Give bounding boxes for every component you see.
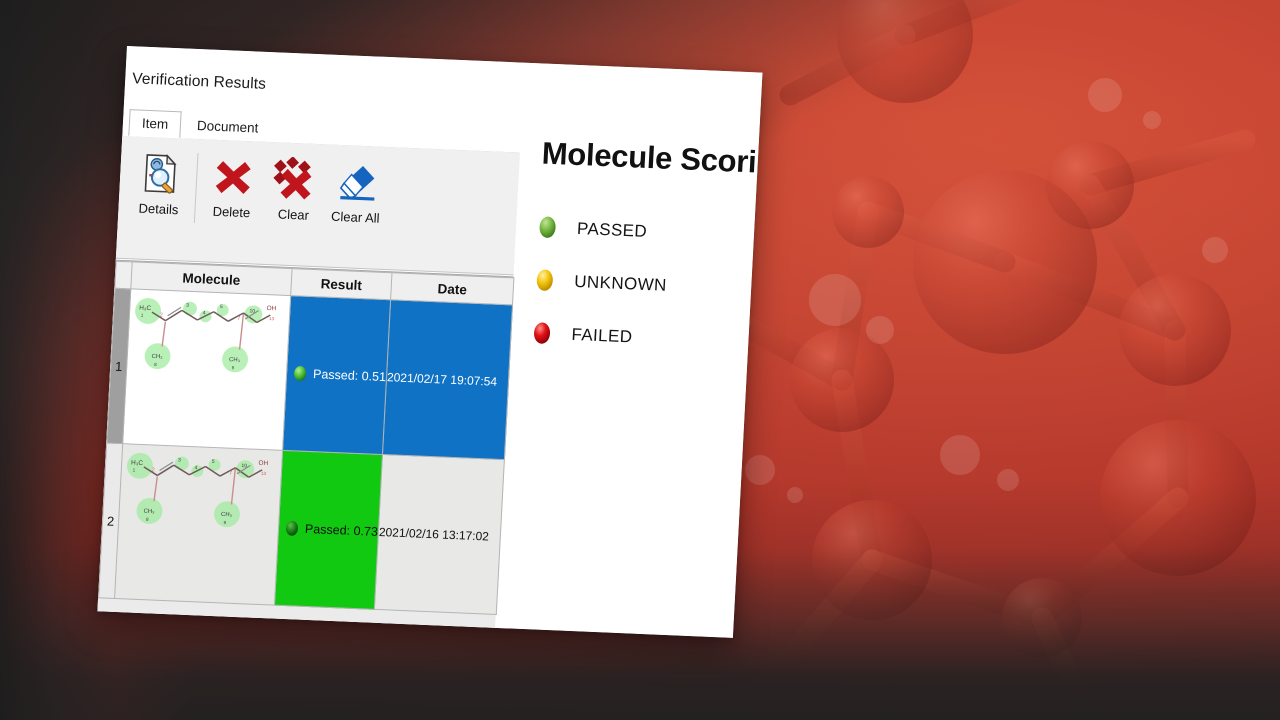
yellow-status-sphere-icon [536,269,553,291]
column-header-index[interactable] [114,261,133,289]
date-cell[interactable]: 2021/02/17 19:07:54 [382,299,513,460]
column-header-result[interactable]: Result [290,268,392,300]
legend-panel: Molecule Scoring PASSED UNKNOWN FAILED [530,135,763,382]
svg-text:H₃C: H₃C [131,459,144,467]
legend-label-unknown: UNKNOWN [573,271,668,295]
date-cell[interactable]: 2021/02/16 13:17:02 [374,454,505,615]
svg-text:10: 10 [241,463,247,469]
clear-all-button[interactable]: Clear All [324,152,390,226]
delete-button[interactable]: Delete [200,147,266,220]
svg-text:13: 13 [261,471,267,476]
legend-item-failed: FAILED [532,321,743,353]
details-label: Details [138,200,179,218]
svg-text:5: 5 [212,459,215,465]
green-status-sphere-icon [294,366,307,381]
svg-text:CH₃: CH₃ [151,354,163,360]
svg-text:OH: OH [258,460,268,467]
screenshot-stage: Verification Results Item Document Detai… [0,0,1280,720]
tab-item[interactable]: Item [128,109,182,139]
svg-text:3: 3 [178,457,181,463]
svg-text:CH₃: CH₃ [221,512,233,518]
svg-text:2: 2 [160,312,163,318]
clear-all-label: Clear All [330,208,380,226]
svg-text:CH₃: CH₃ [229,357,241,363]
svg-text:2: 2 [151,467,154,473]
tab-document[interactable]: Document [183,111,272,142]
double-red-x-icon [273,156,312,200]
tab-item-label: Item [141,115,169,132]
svg-text:CH₃: CH₃ [143,509,155,515]
svg-text:7: 7 [237,316,240,322]
svg-text:7: 7 [229,470,232,476]
result-cell[interactable]: Passed: 0.51 [282,295,391,455]
legend-title: Molecule Scoring [541,135,763,181]
svg-text:13: 13 [269,316,275,321]
delete-label: Delete [212,203,251,221]
svg-text:4: 4 [194,465,197,471]
details-button[interactable]: Details [127,144,193,217]
result-text: Passed: 0.51 [312,367,387,385]
svg-text:OH: OH [266,305,276,312]
document-magnifier-icon [144,154,177,194]
svg-text:3: 3 [186,303,189,309]
results-table: Molecule Result Date 1 H₃C 1 CH₃ 8 CH₃ 9… [98,261,514,615]
legend-item-passed: PASSED [537,215,748,247]
results-grid[interactable]: Molecule Result Date 1 H₃C 1 CH₃ 8 CH₃ 9… [97,259,514,628]
legend-item-unknown: UNKNOWN [535,268,746,300]
svg-text:H₃C: H₃C [139,305,152,313]
clear-button[interactable]: Clear [262,150,328,223]
legend-label-failed: FAILED [571,324,633,346]
ribbon-toolbar: Details Delete Clear Clear All [115,135,520,276]
tab-document-label: Document [196,118,259,136]
molecule-cell[interactable]: H₃C 1 CH₃ 8 CH₃ 9 3 4 5 10 OH 13 2 7 [122,288,291,451]
window-title: Verification Results [131,70,267,93]
molecule-structure-icon: H₃C 1 CH₃ 8 CH₃ 9 3 4 5 10 OH 13 2 7 [135,298,277,373]
red-x-icon [215,161,251,194]
table-row[interactable]: 2 H₃C 1 CH₃ 8 CH₃ 9 3 4 5 10 OH 13 2 7 P… [98,443,505,615]
result-text: Passed: 0.73 [304,521,379,539]
clear-label: Clear [277,206,310,223]
toolbar-separator [193,153,199,223]
molecule-structure-icon: H₃C 1 CH₃ 8 CH₃ 9 3 4 5 10 OH 13 2 7 [127,452,269,528]
svg-text:4: 4 [203,310,206,316]
green-status-sphere-icon [285,520,298,536]
red-status-sphere-icon [534,322,551,344]
svg-text:10: 10 [249,308,255,314]
verification-results-card: Verification Results Item Document Detai… [97,46,763,638]
blue-eraser-icon [339,165,375,201]
svg-text:5: 5 [220,304,223,310]
molecule-cell[interactable]: H₃C 1 CH₃ 8 CH₃ 9 3 4 5 10 OH 13 2 7 [114,443,283,606]
result-cell[interactable]: Passed: 0.73 [274,450,383,610]
table-row[interactable]: 1 H₃C 1 CH₃ 8 CH₃ 9 3 4 5 10 OH 13 2 7 P… [106,288,513,460]
legend-label-passed: PASSED [576,218,648,241]
green-status-sphere-icon [539,216,556,238]
